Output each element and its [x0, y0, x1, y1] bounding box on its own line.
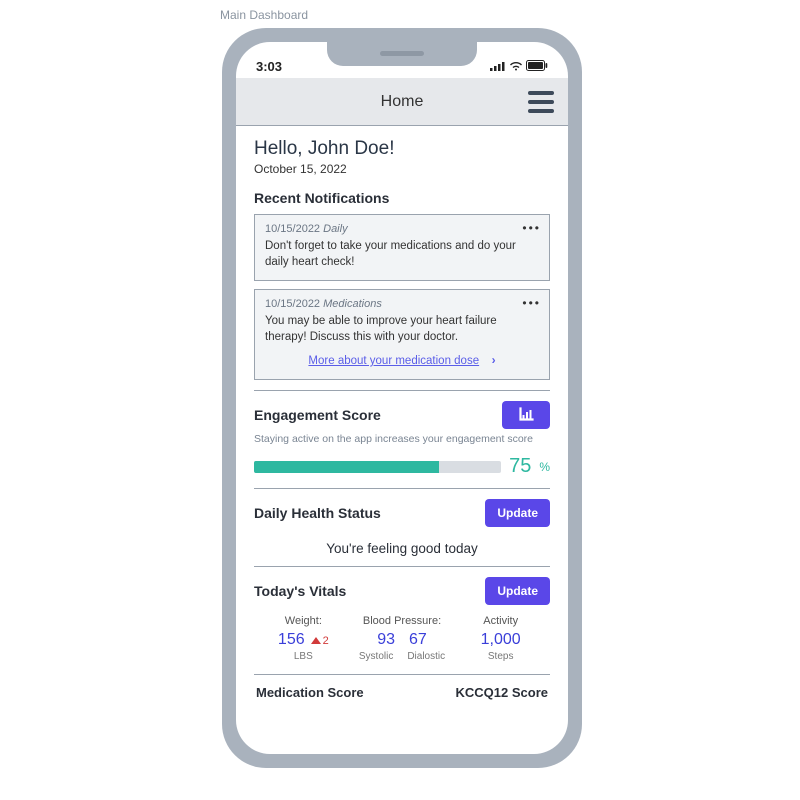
engagement-title: Engagement Score: [254, 407, 381, 423]
notification-card: ••• 10/15/2022 Daily Don't forget to tak…: [254, 214, 550, 281]
notification-card: ••• 10/15/2022 Medications You may be ab…: [254, 289, 550, 380]
status-time: 3:03: [256, 59, 282, 74]
weight-value: 156: [278, 631, 305, 649]
medication-score-title: Medication Score: [256, 685, 364, 700]
bp-systolic: 93: [377, 631, 395, 649]
vital-bp: Blood Pressure: 93 67 Systolic Dialostic: [353, 615, 452, 662]
app-header: Home: [236, 78, 568, 126]
wifi-icon: [509, 60, 523, 74]
phone-frame: 3:03 Home Hello, John Doe! October 1: [222, 28, 582, 768]
date: October 15, 2022: [254, 162, 550, 176]
more-icon[interactable]: •••: [522, 221, 541, 235]
daily-status-title: Daily Health Status: [254, 505, 381, 521]
vital-label: Activity: [451, 615, 550, 627]
header-title: Home: [381, 93, 424, 111]
divider: [254, 390, 550, 391]
notification-category: Medications: [323, 298, 382, 310]
notification-text: You may be able to improve your heart fa…: [265, 314, 539, 345]
greeting: Hello, John Doe!: [254, 138, 550, 160]
chevron-right-icon: ›: [492, 353, 496, 367]
vital-label: Weight:: [254, 615, 353, 627]
daily-status-update-button[interactable]: Update: [485, 499, 550, 527]
divider: [254, 488, 550, 489]
notification-category: Daily: [323, 223, 347, 235]
menu-icon[interactable]: [528, 91, 554, 113]
battery-icon: [526, 60, 548, 74]
weight-unit: LBS: [294, 651, 313, 662]
notification-text: Don't forget to take your medications an…: [265, 239, 539, 270]
bottom-peek: Medication Score KCCQ12 Score: [254, 674, 550, 700]
bp-diastolic-label: Dialostic: [407, 651, 445, 662]
daily-status-text: You're feeling good today: [254, 541, 550, 556]
page-caption: Main Dashboard: [220, 8, 308, 22]
kccq12-score-title: KCCQ12 Score: [456, 685, 548, 700]
bp-diastolic: 67: [409, 631, 427, 649]
trend-delta: 2: [323, 635, 329, 647]
vitals-update-button[interactable]: Update: [485, 577, 550, 605]
notification-link[interactable]: More about your medication dose: [308, 355, 479, 367]
vital-label: Blood Pressure:: [353, 615, 452, 627]
notification-date: 10/15/2022: [265, 223, 320, 235]
engagement-info-button[interactable]: [502, 401, 550, 429]
content-area: Hello, John Doe! October 15, 2022 Recent…: [236, 126, 568, 754]
signal-icon: [490, 60, 506, 74]
vital-activity: Activity 1,000 Steps: [451, 615, 550, 662]
engagement-progress: 75%: [254, 455, 550, 478]
phone-notch: [327, 42, 477, 66]
phone-screen: 3:03 Home Hello, John Doe! October 1: [236, 42, 568, 754]
vitals-row: Weight: 156 2 LBS Blood Pressure: 93 67 …: [254, 615, 550, 662]
divider: [254, 566, 550, 567]
trend-up-icon: 2: [311, 635, 329, 647]
chart-icon: [518, 407, 534, 424]
activity-unit: Steps: [488, 651, 514, 662]
notification-date: 10/15/2022: [265, 298, 320, 310]
more-icon[interactable]: •••: [522, 296, 541, 310]
engagement-subtext: Staying active on the app increases your…: [254, 433, 550, 445]
percent-symbol: %: [539, 460, 550, 474]
vitals-title: Today's Vitals: [254, 583, 346, 599]
bp-systolic-label: Systolic: [359, 651, 393, 662]
notifications-title: Recent Notifications: [254, 190, 550, 206]
progress-fill: [254, 461, 439, 473]
vital-weight: Weight: 156 2 LBS: [254, 615, 353, 662]
activity-value: 1,000: [481, 631, 521, 649]
status-indicators: [490, 60, 548, 74]
engagement-value: 75: [509, 455, 531, 478]
